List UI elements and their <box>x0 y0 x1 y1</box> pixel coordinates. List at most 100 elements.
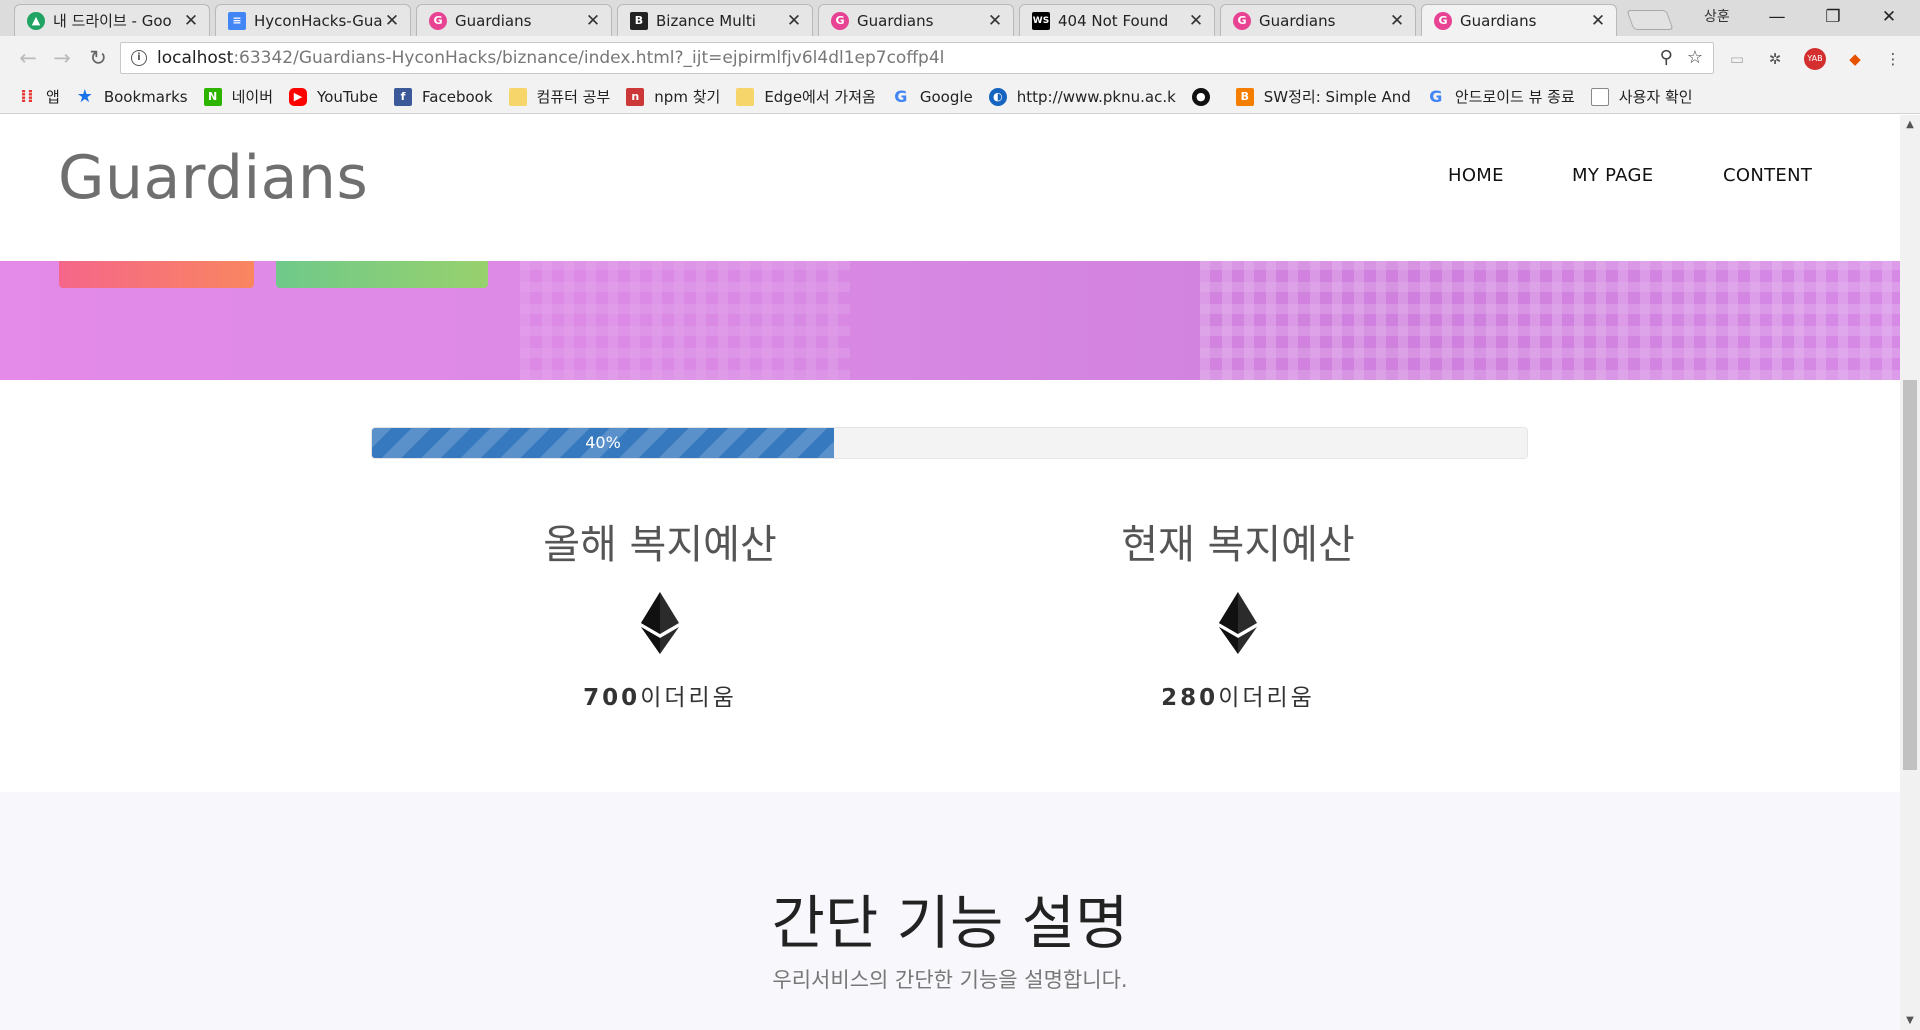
ethereum-icon <box>641 592 679 654</box>
metamask-icon[interactable]: ◆ <box>1844 48 1866 70</box>
browser-tab[interactable]: ▲ 내 드라이브 - Goo ✕ <box>14 4 210 36</box>
close-icon[interactable]: ✕ <box>987 11 1003 31</box>
nav-content[interactable]: CONTENT <box>1723 165 1812 186</box>
google-docs-icon: ≡ <box>228 11 246 30</box>
bookmark-facebook[interactable]: f Facebook <box>394 87 493 106</box>
tab-strip: ▲ 내 드라이브 - Goo ✕ ≡ HyconHacks-Guarc ✕ G … <box>0 0 1920 36</box>
hero-green-button[interactable] <box>276 261 488 288</box>
reload-icon[interactable]: ↻ <box>84 44 112 72</box>
browser-tab-active[interactable]: G Guardians ✕ <box>1421 4 1617 36</box>
close-icon[interactable]: ✕ <box>585 11 601 31</box>
browser-tab[interactable]: WS 404 Not Found ✕ <box>1019 4 1215 36</box>
hero-pattern <box>1200 261 1900 380</box>
minimize-icon[interactable]: — <box>1754 2 1800 32</box>
bookmark-folder[interactable]: 컴퓨터 공부 <box>508 86 610 107</box>
bookmark-github[interactable]: ● <box>1191 87 1220 106</box>
close-icon[interactable]: ✕ <box>1590 11 1606 31</box>
new-tab-button[interactable] <box>1626 10 1674 30</box>
tab-title: Guardians <box>1460 11 1537 30</box>
apps-grid-icon: ⁞⁞ <box>20 86 34 107</box>
bookmark-label: npm 찾기 <box>654 88 721 106</box>
close-icon[interactable]: ✕ <box>1188 11 1204 31</box>
bookmark-star-icon[interactable]: ☆ <box>1687 47 1703 68</box>
window-close-icon[interactable]: ✕ <box>1866 2 1912 32</box>
bookmark-youtube[interactable]: ▶ YouTube <box>289 87 379 106</box>
forward-icon[interactable]: → <box>48 44 76 72</box>
bookmark-label: 앱 <box>46 88 60 106</box>
browser-tab[interactable]: G Guardians ✕ <box>818 4 1014 36</box>
profile-name[interactable]: 상훈 <box>1704 6 1730 26</box>
menu-kebab-icon[interactable]: ⋮ <box>1882 48 1904 70</box>
page-scrollbar[interactable]: ▲ ▼ <box>1900 115 1920 1030</box>
extension-puzzle-icon[interactable]: ✲ <box>1764 48 1786 70</box>
browser-tab[interactable]: ≡ HyconHacks-Guarc ✕ <box>215 4 411 36</box>
google-icon: G <box>894 87 908 106</box>
google-icon: G <box>1429 87 1443 106</box>
address-bar[interactable]: i localhost:63342/Guardians-HyconHacks/b… <box>120 42 1714 74</box>
youtube-icon: ▶ <box>289 87 308 106</box>
site-logo[interactable]: Guardians <box>58 143 368 213</box>
bookmark-user-check[interactable]: 사용자 확인 <box>1590 86 1693 107</box>
bookmark-pknu[interactable]: ◐ http://www.pknu.ac.k <box>988 87 1176 106</box>
scrollbar-thumb[interactable] <box>1903 380 1917 770</box>
browser-tab[interactable]: G Guardians ✕ <box>1220 4 1416 36</box>
back-icon[interactable]: ← <box>14 44 42 72</box>
tab-title: Guardians <box>455 11 532 30</box>
budget-annual: 올해 복지예산 700이더리움 <box>460 512 860 712</box>
tab-title: 내 드라이브 - Goo <box>53 12 172 30</box>
close-icon[interactable]: ✕ <box>183 11 199 31</box>
guardians-icon: G <box>1233 11 1251 30</box>
zoom-icon[interactable]: ⚲ <box>1660 47 1673 68</box>
bookmark-label: 네이버 <box>231 88 274 106</box>
budget-progress: 40% <box>371 427 1528 459</box>
restore-icon[interactable]: ❐ <box>1810 2 1856 32</box>
scroll-down-icon[interactable]: ▼ <box>1900 1015 1920 1026</box>
close-icon[interactable]: ✕ <box>786 11 802 31</box>
budget-amount-line: 700이더리움 <box>460 678 860 712</box>
bookmark-label: Google <box>919 87 973 106</box>
bookmark-apps[interactable]: ⁞⁞ 앱 <box>18 86 60 107</box>
nav-home[interactable]: HOME <box>1448 165 1504 186</box>
nav-my-page[interactable]: MY PAGE <box>1572 165 1653 186</box>
yab-extension-icon[interactable]: YAB <box>1804 48 1826 70</box>
bookmark-label: http://www.pknu.ac.k <box>1016 87 1176 106</box>
close-icon[interactable]: ✕ <box>1389 11 1405 31</box>
bookmark-label: 사용자 확인 <box>1618 88 1693 106</box>
bookmark-blogger[interactable]: B SW정리: Simple And <box>1235 86 1411 107</box>
tab-title: Guardians <box>1259 11 1336 30</box>
browser-tab[interactable]: B Bizance Multi ✕ <box>617 4 813 36</box>
budget-unit: 이더리움 <box>1218 685 1315 711</box>
guardians-icon: G <box>429 11 447 30</box>
github-icon: ● <box>1191 87 1210 106</box>
budget-amount: 280 <box>1161 685 1219 711</box>
browser-tab[interactable]: G Guardians ✕ <box>416 4 612 36</box>
bookmark-label: YouTube <box>317 87 379 106</box>
budget-amount-line: 280이더리움 <box>1038 678 1438 712</box>
bookmark-naver[interactable]: N 네이버 <box>203 86 274 107</box>
bookmark-label: SW정리: Simple And <box>1263 88 1411 106</box>
info-icon[interactable]: i <box>131 50 147 66</box>
bookmark-label: Bookmarks <box>103 87 188 106</box>
tab-title: 404 Not Found <box>1058 11 1169 30</box>
bookmark-google[interactable]: G Google <box>892 87 973 106</box>
close-icon[interactable]: ✕ <box>384 11 400 31</box>
hero-banner <box>0 261 1900 380</box>
hero-red-button[interactable] <box>59 261 254 288</box>
bookmark-folder[interactable]: Edge에서 가져옴 <box>736 86 876 107</box>
budget-unit: 이더리움 <box>640 685 737 711</box>
pknu-icon: ◐ <box>988 87 1007 106</box>
features-section: 간단 기능 설명 우리서비스의 간단한 기능을 설명합니다. <box>0 792 1900 1030</box>
bookmarks-bar: ⁞⁞ 앱 ★ Bookmarks N 네이버 ▶ YouTube f Faceb… <box>0 80 1920 114</box>
bookmark-label: Facebook <box>422 87 493 106</box>
page-icon <box>1590 87 1609 106</box>
bookmark-bookmarks[interactable]: ★ Bookmarks <box>76 86 188 107</box>
cast-icon[interactable]: ▭ <box>1726 48 1748 70</box>
scroll-up-icon[interactable]: ▲ <box>1900 119 1920 130</box>
budget-amount: 700 <box>583 685 641 711</box>
google-drive-icon: ▲ <box>27 11 45 30</box>
budget-title: 올해 복지예산 <box>543 522 777 568</box>
bookmark-android[interactable]: G 안드로이드 뷰 종료 <box>1427 86 1575 107</box>
blogger-icon: B <box>1235 87 1254 106</box>
bookmark-npm[interactable]: n npm 찾기 <box>626 86 720 107</box>
ethereum-icon <box>1219 592 1257 654</box>
